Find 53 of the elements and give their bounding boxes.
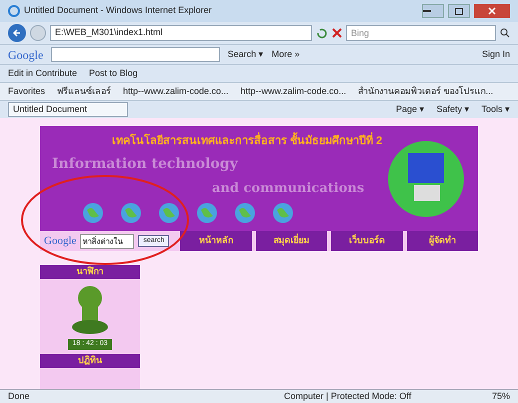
minimize-button[interactable] bbox=[422, 4, 444, 18]
more-button[interactable]: More » bbox=[272, 48, 300, 62]
favorites-button[interactable]: Favorites bbox=[8, 84, 46, 98]
search-icon[interactable] bbox=[500, 28, 510, 38]
globe-icon bbox=[196, 202, 218, 224]
favorite-link[interactable]: http--www.zalim-code.co... bbox=[240, 84, 346, 98]
security-zone: Computer | Protected Mode: Off bbox=[284, 390, 412, 403]
status-text: Done bbox=[8, 390, 31, 403]
nav-button[interactable]: เว็บบอร์ด bbox=[331, 231, 402, 251]
back-button[interactable] bbox=[8, 24, 26, 42]
nav-button[interactable]: สมุดเยี่ยม bbox=[256, 231, 327, 251]
maximize-icon bbox=[455, 8, 463, 14]
address-field[interactable]: E:\WEB_M301\index1.html bbox=[50, 25, 312, 41]
url-text: E:\WEB_M301\index1.html bbox=[55, 26, 163, 40]
window-title: Untitled Document - Windows Internet Explorer bbox=[24, 4, 213, 18]
google-logo: Google bbox=[44, 234, 76, 249]
globe-icon bbox=[82, 202, 104, 224]
refresh-icon[interactable] bbox=[316, 27, 328, 39]
sidebar-header: นาฬิกา bbox=[40, 265, 140, 279]
browser-logo-icon bbox=[8, 5, 20, 17]
banner-subtitle: and communications bbox=[211, 180, 366, 198]
globe-icon bbox=[158, 202, 180, 224]
google-logo: Google bbox=[8, 46, 44, 64]
command-menu[interactable]: Tools ▾ bbox=[481, 102, 510, 116]
close-button[interactable] bbox=[474, 4, 510, 18]
favorite-link[interactable]: สำนักงานคอมพิวเตอร์ ของโปรแก... bbox=[358, 84, 494, 98]
banner-subtitle: Information technology bbox=[52, 154, 240, 174]
google-search-field[interactable] bbox=[51, 47, 220, 62]
command-menu[interactable]: Safety ▾ bbox=[436, 102, 470, 116]
nav-button[interactable]: ผู้จัดทำ bbox=[406, 231, 478, 251]
back-arrow-icon bbox=[12, 28, 22, 38]
favorite-link[interactable]: ฟรีแลนซ์เลอร์ bbox=[57, 84, 112, 98]
nav-button[interactable]: หน้าหลัก bbox=[180, 231, 252, 251]
contribute-toolbar-button[interactable]: Edit in Contribute bbox=[8, 66, 78, 80]
contribute-toolbar-button[interactable]: Post to Blog bbox=[89, 66, 138, 80]
computer-icon bbox=[386, 138, 466, 218]
banner-title: เทคโนโลยีสารสนเทศและการสื่อสาร ชั้นมัธยมศึกษาปีที่ 2 bbox=[52, 133, 386, 150]
google-search-button[interactable]: Search ▾ bbox=[228, 48, 264, 62]
command-menu[interactable]: Page ▾ bbox=[396, 102, 424, 116]
favorite-link[interactable]: http--www.zalim-code.co... bbox=[123, 84, 229, 98]
sidebar-header: ปฏิทิน bbox=[40, 354, 140, 368]
globe-icon bbox=[272, 202, 294, 224]
globe-icon bbox=[120, 202, 142, 224]
sign-in-button[interactable]: Sign In bbox=[482, 48, 510, 62]
globe-icon bbox=[234, 202, 256, 224]
maximize-button[interactable] bbox=[448, 4, 470, 18]
zoom-button[interactable]: 75% bbox=[492, 390, 510, 403]
close-icon bbox=[488, 7, 496, 15]
site-search-field[interactable]: หาสิ่งต่างใน bbox=[80, 234, 134, 248]
minimize-icon bbox=[423, 10, 431, 12]
stop-icon[interactable] bbox=[332, 28, 342, 38]
search-field[interactable]: Bing bbox=[346, 25, 496, 41]
browser-tab[interactable]: Untitled Document bbox=[8, 102, 128, 117]
